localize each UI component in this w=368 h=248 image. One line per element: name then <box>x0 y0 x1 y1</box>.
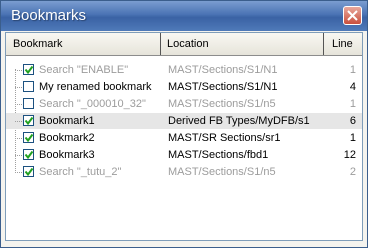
bookmark-line: 12 <box>343 149 356 161</box>
checkmark-icon <box>24 65 34 75</box>
bookmark-line: 1 <box>349 132 356 144</box>
tree-connector <box>15 138 22 139</box>
bookmark-location: MAST/Sections/S1/n5 <box>168 98 276 110</box>
bookmark-name: Bookmark1 <box>39 115 95 127</box>
column-header: Bookmark Location Line <box>6 33 362 56</box>
list-item[interactable]: Search "_tutu_2" MAST/Sections/S1/n5 2 <box>6 164 362 180</box>
list-item[interactable]: My renamed bookmark MAST/Sections/S1/N1 4 <box>6 79 362 95</box>
tree-connector <box>15 70 22 71</box>
bookmarks-window: Bookmarks Bookmark Location Line Search … <box>0 0 368 248</box>
title-bar[interactable]: Bookmarks <box>1 1 367 31</box>
list-item[interactable]: Bookmark1 Derived FB Types/MyDFB/s1 6 <box>6 113 362 129</box>
column-divider[interactable] <box>160 33 161 55</box>
bookmark-line: 6 <box>349 115 356 127</box>
bookmark-checkbox[interactable] <box>23 81 34 92</box>
bookmark-name: My renamed bookmark <box>39 81 152 93</box>
bookmark-checkbox[interactable] <box>23 132 34 143</box>
list-item[interactable]: Search "ENABLE" MAST/Sections/S1/N1 1 <box>6 62 362 78</box>
close-button[interactable] <box>343 6 362 25</box>
bookmark-location: MAST/Sections/S1/n5 <box>168 166 276 178</box>
column-header-location[interactable]: Location <box>167 33 317 55</box>
tree-connector <box>15 121 22 122</box>
bookmark-name: Search "_000010_32" <box>39 98 146 110</box>
checkmark-icon <box>24 116 34 126</box>
bookmark-line: 2 <box>349 166 356 178</box>
bookmark-name: Bookmark2 <box>39 132 95 144</box>
bookmark-location: MAST/SR Sections/sr1 <box>168 132 281 144</box>
checkmark-icon <box>24 133 34 143</box>
bookmark-location: Derived FB Types/MyDFB/s1 <box>168 115 310 127</box>
bookmark-line: 4 <box>349 81 356 93</box>
bookmark-location: MAST/Sections/S1/N1 <box>168 64 278 76</box>
close-icon <box>347 10 358 21</box>
window-title: Bookmarks <box>11 7 87 24</box>
bookmark-name: Search "ENABLE" <box>39 64 129 76</box>
tree-connector <box>15 155 22 156</box>
bookmark-checkbox[interactable] <box>23 166 34 177</box>
tree-connector <box>15 104 22 105</box>
bookmark-location: MAST/Sections/S1/N1 <box>168 81 278 93</box>
checkmark-icon <box>24 150 34 160</box>
bookmark-name: Search "_tutu_2" <box>39 166 122 178</box>
checkmark-icon <box>24 167 34 177</box>
bookmark-location: MAST/Sections/fbd1 <box>168 149 269 161</box>
list-item[interactable]: Bookmark2 MAST/SR Sections/sr1 1 <box>6 130 362 146</box>
bookmark-name: Bookmark3 <box>39 149 95 161</box>
column-divider[interactable] <box>323 33 324 55</box>
bookmark-line: 1 <box>349 98 356 110</box>
bookmark-checkbox[interactable] <box>23 98 34 109</box>
bookmark-checkbox[interactable] <box>23 115 34 126</box>
list-item[interactable]: Bookmark3 MAST/Sections/fbd1 12 <box>6 147 362 163</box>
tree-connector <box>15 172 22 173</box>
list-item[interactable]: Search "_000010_32" MAST/Sections/S1/n5 1 <box>6 96 362 112</box>
bookmarks-list: Bookmark Location Line Search "ENABLE" MA… <box>5 32 363 241</box>
bookmark-checkbox[interactable] <box>23 64 34 75</box>
tree-connector <box>15 87 22 88</box>
bookmark-checkbox[interactable] <box>23 149 34 160</box>
bookmark-line: 1 <box>349 64 356 76</box>
column-header-line[interactable]: Line <box>332 33 362 55</box>
column-header-bookmark[interactable]: Bookmark <box>13 33 163 55</box>
